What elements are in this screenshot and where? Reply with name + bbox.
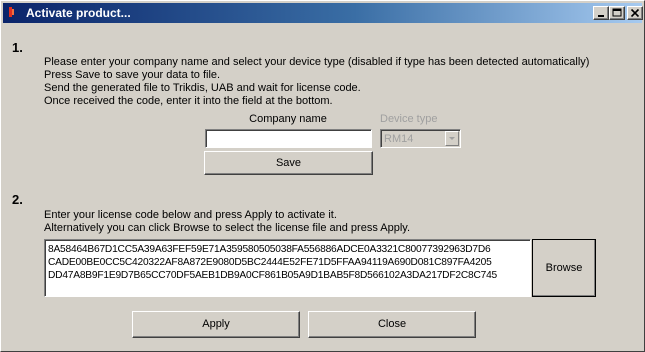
license-code-line: DD47A8B9F1E9D7B65CC70DF5AEB1DB9A0CF861B0… [48, 270, 498, 281]
apply-button[interactable]: Apply [132, 311, 300, 338]
license-code-line: 8A58464B67D1CC5A39A63FEF59E71A3595805050… [48, 244, 491, 255]
step-1-instruction: Please enter your company name and selec… [44, 56, 590, 68]
app-icon [9, 7, 14, 17]
license-code-textarea[interactable]: 8A58464B67D1CC5A39A63FEF59E71A3595805050… [44, 239, 531, 297]
minimize-icon [598, 15, 604, 17]
step-1-instruction: Press Save to save your data to file. [44, 69, 221, 81]
company-name-input[interactable] [205, 129, 372, 148]
step-2-number: 2. [12, 192, 23, 207]
company-name-label: Company name [249, 113, 327, 125]
step-1-instruction: Once received the code, enter it into th… [44, 95, 333, 107]
close-button[interactable]: Close [308, 311, 476, 338]
device-type-select[interactable]: RM14 [380, 129, 461, 148]
title-bar[interactable]: Activate product... [3, 3, 643, 23]
save-button[interactable]: Save [204, 151, 373, 175]
browse-button[interactable]: Browse [532, 239, 596, 297]
close-icon [630, 8, 640, 18]
activate-product-dialog: Activate product... 1. Please enter your… [0, 0, 645, 352]
license-code-line: CADE00BE0CC5C420322AF8A872E9080D5BC2444E… [48, 257, 492, 268]
minimize-button[interactable] [593, 6, 609, 20]
step-1-instruction: Send the generated file to Trikdis, UAB … [44, 82, 361, 94]
maximize-button[interactable] [609, 6, 625, 20]
window-title: Activate product... [26, 6, 131, 20]
dropdown-button[interactable] [445, 131, 459, 146]
step-2-instruction: Enter your license code below and press … [44, 209, 337, 221]
step-1-number: 1. [12, 40, 23, 55]
chevron-down-icon [449, 137, 455, 140]
step-2-instruction: Alternatively you can click Browse to se… [44, 222, 411, 234]
maximize-icon [612, 8, 622, 17]
device-type-label: Device type [380, 113, 438, 125]
device-type-value: RM14 [384, 133, 414, 145]
close-button[interactable] [627, 6, 643, 20]
